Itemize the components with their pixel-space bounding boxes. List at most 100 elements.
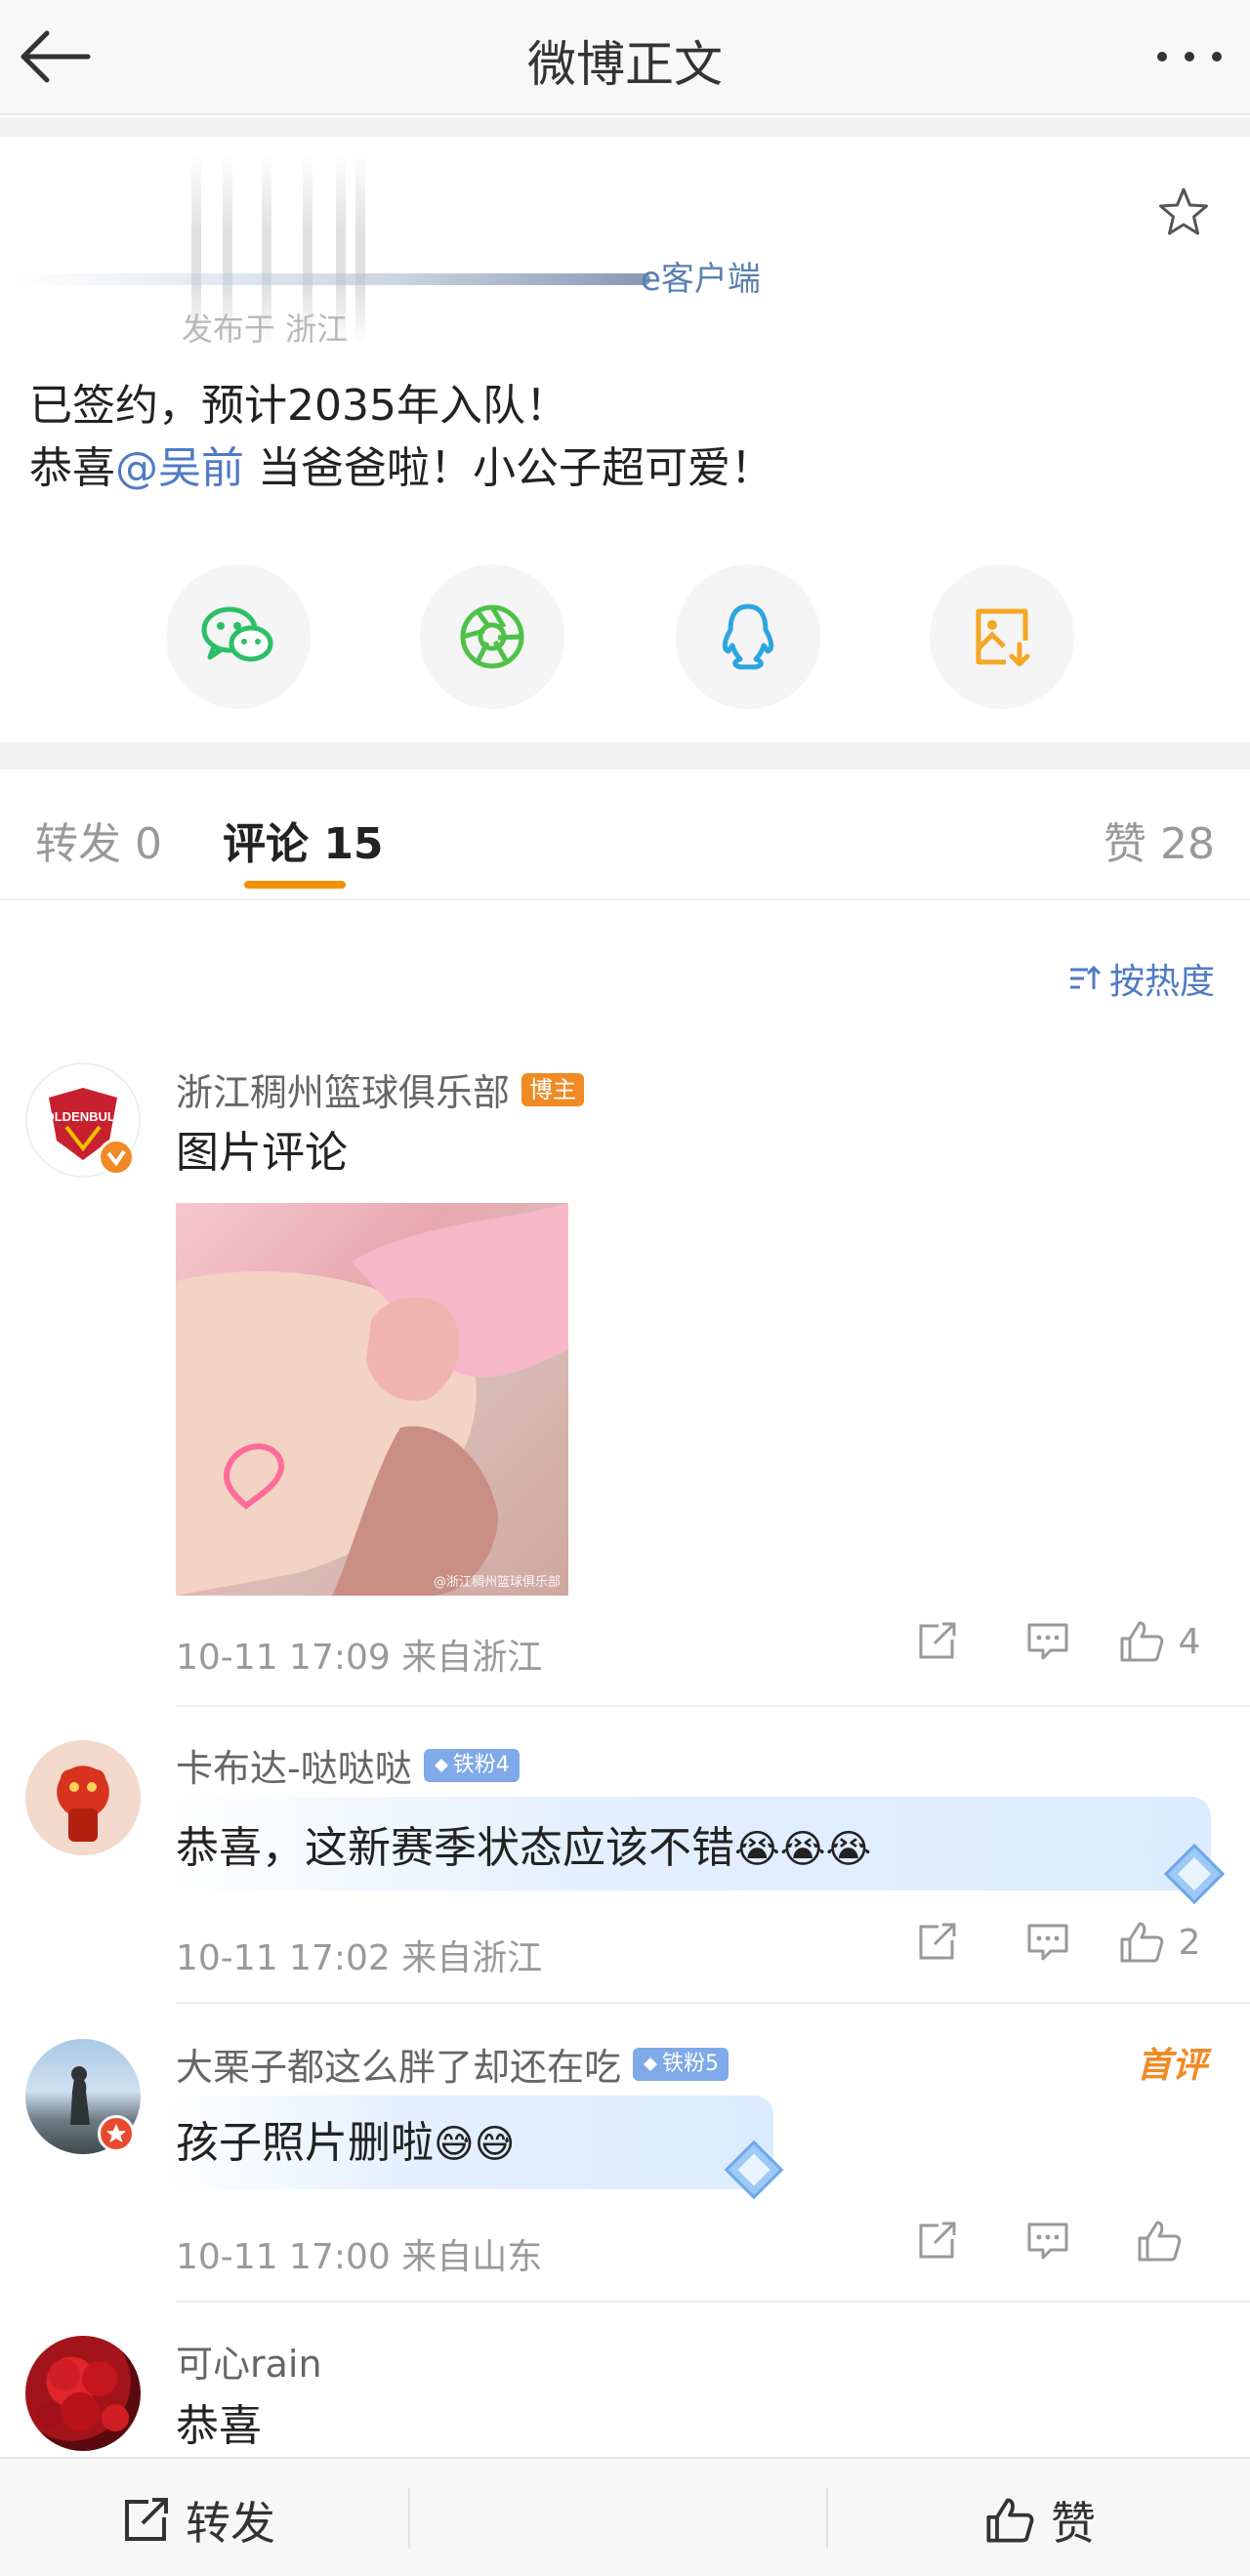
save-image-button[interactable] bbox=[930, 564, 1074, 709]
share-comment-button[interactable] bbox=[881, 1620, 992, 1663]
author-name: 可心rain bbox=[176, 2343, 322, 2386]
share-moments-button[interactable] bbox=[420, 564, 564, 709]
comment-author[interactable]: 卡布达-哒哒哒 铁粉4 bbox=[176, 1738, 520, 1792]
image-watermark: @浙江稠州篮球俱乐部 bbox=[433, 1575, 561, 1590]
crying-face-icon: 😭 bbox=[825, 1827, 872, 1872]
blurred-area bbox=[16, 273, 650, 285]
share-qq-button[interactable] bbox=[676, 564, 820, 709]
star-icon bbox=[1159, 187, 1208, 235]
fan-badge: 铁粉4 bbox=[423, 1748, 520, 1782]
like-count: 4 bbox=[1178, 1621, 1201, 1662]
repost-button[interactable]: 转发 bbox=[121, 2488, 275, 2553]
share-comment-button[interactable] bbox=[881, 2220, 992, 2263]
comment-author[interactable]: 浙江稠州篮球俱乐部 博主 bbox=[176, 1062, 585, 1116]
fan-badge-label: 铁粉4 bbox=[452, 1752, 510, 1777]
share-comment-button[interactable] bbox=[881, 1921, 992, 1964]
verified-badge bbox=[98, 1139, 135, 1176]
tab-comment[interactable]: 评论 15 bbox=[223, 809, 384, 871]
share-out-icon bbox=[919, 2222, 956, 2259]
like-post-button[interactable]: 赞 bbox=[984, 2488, 1096, 2553]
tab-like[interactable]: 赞 28 bbox=[1104, 809, 1215, 871]
post-line-2: 恭喜@吴前 当爸爸啦！小公子超可爱！ bbox=[29, 437, 773, 500]
svg-text:GOLDENBULLS: GOLDENBULLS bbox=[35, 1109, 132, 1124]
mention-link[interactable]: @吴前 bbox=[115, 443, 244, 493]
reply-button[interactable] bbox=[992, 1922, 1104, 1963]
comment-divider bbox=[176, 2002, 1250, 2004]
comment-time: 10-11 17:09 来自浙江 bbox=[176, 1638, 543, 1678]
comment-body: 恭喜，这新赛季状态应该不错 bbox=[176, 1823, 734, 1873]
separator-band bbox=[0, 742, 1250, 769]
sort-button[interactable]: 按热度 bbox=[1068, 953, 1215, 1004]
comment-divider bbox=[176, 2301, 1250, 2303]
roses-avatar bbox=[35, 2359, 129, 2431]
author-name: 浙江稠州篮球俱乐部 bbox=[176, 1071, 511, 1114]
more-dots-icon bbox=[1157, 52, 1222, 62]
check-icon bbox=[106, 1149, 126, 1167]
comment-actions: 4 bbox=[881, 1619, 1215, 1664]
avatar[interactable] bbox=[25, 1740, 141, 1855]
comment-actions: 2 bbox=[881, 1920, 1215, 1965]
diamond-icon bbox=[724, 2140, 784, 2200]
wechat-icon bbox=[201, 606, 273, 662]
thumbs-up-icon bbox=[1120, 1922, 1163, 1963]
moments-icon bbox=[460, 604, 524, 669]
share-wechat-button[interactable] bbox=[166, 564, 311, 709]
share-out-icon bbox=[919, 1923, 956, 1960]
post-line-1: 已签约，预计2035年入队！ bbox=[29, 381, 568, 431]
favorite-button[interactable] bbox=[1156, 186, 1211, 240]
post-client: e客户端 bbox=[641, 260, 761, 299]
first-comment-badge: 首评 bbox=[1136, 2046, 1207, 2086]
post-line-2-prefix: 恭喜 bbox=[29, 443, 115, 493]
comment-bubble-icon bbox=[1027, 2223, 1068, 2260]
more-button[interactable] bbox=[1150, 29, 1229, 84]
sort-label: 按热度 bbox=[1108, 962, 1215, 1002]
comment-author[interactable]: 可心rain bbox=[176, 2334, 322, 2388]
diamond-icon bbox=[644, 2057, 658, 2071]
baby-hand-photo bbox=[176, 1203, 568, 1596]
repost-label: 转发 bbox=[186, 2497, 275, 2550]
comment-body: 孩子照片删啦 bbox=[176, 2118, 434, 2168]
post-location: 发布于 浙江 bbox=[182, 311, 349, 348]
comment-text: 孩子照片删啦😅😅 bbox=[176, 2107, 515, 2170]
diamond-icon bbox=[1163, 1843, 1226, 1905]
share-row bbox=[0, 564, 1250, 711]
qq-icon bbox=[722, 603, 774, 670]
comment-image[interactable]: @浙江稠州篮球俱乐部 bbox=[176, 1203, 568, 1596]
thumbs-up-icon bbox=[1138, 2221, 1182, 2262]
author-name: 卡布达-哒哒哒 bbox=[176, 1747, 412, 1790]
verified-badge bbox=[98, 2115, 135, 2152]
fan-badge-label: 铁粉5 bbox=[662, 2051, 720, 2076]
save-image-icon bbox=[976, 608, 1030, 667]
comment-text: 图片评论 bbox=[176, 1128, 348, 1178]
author-badge: 博主 bbox=[521, 1072, 585, 1106]
comment-author[interactable]: 大栗子都这么胖了却还在吃 铁粉5 bbox=[176, 2037, 729, 2091]
tab-bar: 转发 0 评论 15 赞 28 bbox=[0, 769, 1250, 900]
avatar[interactable] bbox=[25, 2336, 141, 2451]
comment-time: 10-11 17:02 来自浙江 bbox=[176, 1938, 543, 1978]
top-nav-bar: 微博正文 bbox=[0, 0, 1250, 115]
diamond-icon bbox=[434, 1758, 448, 1772]
bottom-separator bbox=[826, 2488, 828, 2549]
author-name: 大栗子都这么胖了却还在吃 bbox=[176, 2046, 622, 2089]
comment-actions bbox=[881, 2219, 1215, 2264]
comment-time: 10-11 17:00 来自山东 bbox=[176, 2237, 543, 2277]
sort-icon bbox=[1069, 965, 1102, 989]
comment-text: 恭喜 bbox=[176, 2401, 262, 2451]
like-comment-button[interactable]: 4 bbox=[1104, 1619, 1215, 1664]
reply-button[interactable] bbox=[992, 1621, 1104, 1662]
bottom-action-bar: 转发 赞 bbox=[0, 2457, 1250, 2576]
crying-face-icon: 😭 bbox=[779, 1827, 826, 1872]
like-label: 赞 bbox=[1051, 2497, 1096, 2550]
thumbs-up-icon bbox=[986, 2498, 1034, 2543]
reply-button[interactable] bbox=[992, 2221, 1104, 2262]
like-comment-button[interactable] bbox=[1104, 2219, 1215, 2264]
like-comment-button[interactable]: 2 bbox=[1104, 1920, 1215, 1965]
comment-divider bbox=[176, 1705, 1250, 1707]
crying-face-icon: 😭 bbox=[734, 1827, 780, 1872]
post-text: 已签约，预计2035年入队！ 恭喜@吴前 当爸爸啦！小公子超可爱！ bbox=[29, 375, 773, 500]
separator-band bbox=[0, 117, 1250, 137]
sweat-smile-icon: 😅 bbox=[434, 2122, 475, 2167]
tab-repost[interactable]: 转发 0 bbox=[35, 809, 162, 871]
post-card: e客户端 发布于 浙江 已签约，预计2035年入队！ 恭喜@吴前 当爸爸啦！小公… bbox=[0, 137, 1250, 742]
page-title: 微博正文 bbox=[527, 36, 723, 93]
